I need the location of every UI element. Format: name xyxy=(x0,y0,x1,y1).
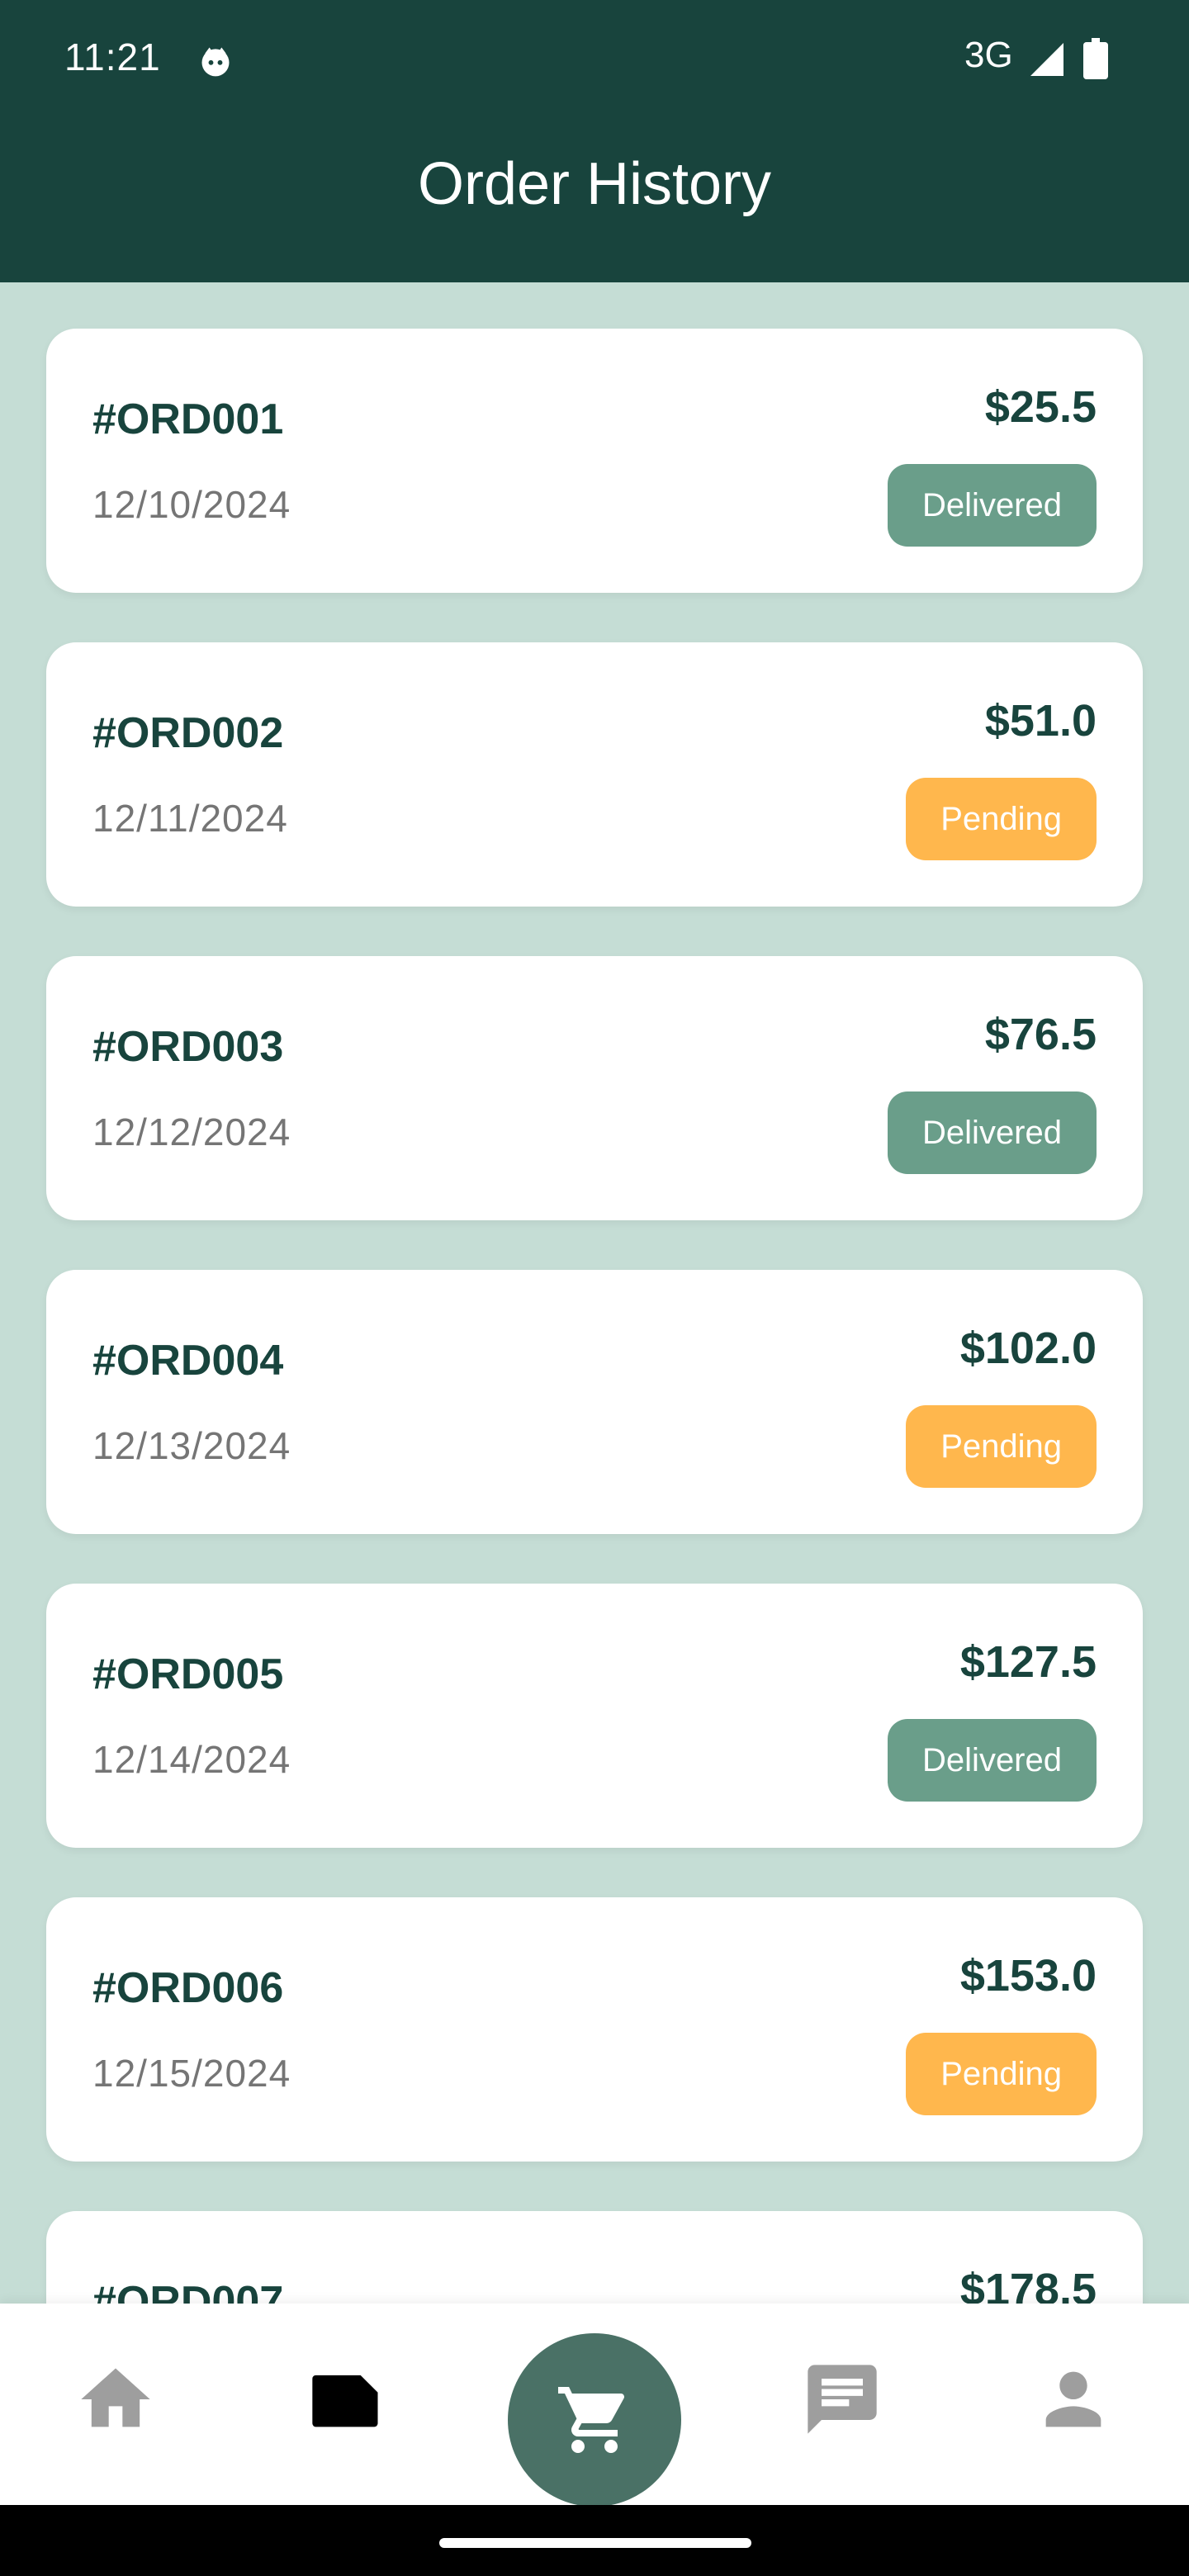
order-id: #ORD006 xyxy=(92,1964,284,2012)
status-badge: Delivered xyxy=(888,1719,1097,1802)
order-id: #ORD007 xyxy=(92,2278,284,2304)
status-badge: Delivered xyxy=(888,1091,1097,1174)
network-type: 3G xyxy=(964,35,1013,75)
order-id: #ORD001 xyxy=(92,395,284,443)
order-price: $25.5 xyxy=(984,382,1097,432)
order-card[interactable]: #ORD005 12/14/2024 $127.5 Delivered xyxy=(46,1584,1143,1848)
order-date: 12/11/2024 xyxy=(92,797,288,840)
order-card[interactable]: #ORD003 12/12/2024 $76.5 Delivered xyxy=(46,956,1143,1220)
order-price: $51.0 xyxy=(984,696,1097,746)
status-bar: 11:21 3G xyxy=(0,0,1189,124)
order-price: $76.5 xyxy=(984,1010,1097,1059)
order-card[interactable]: #ORD001 12/10/2024 $25.5 Delivered xyxy=(46,329,1143,593)
order-price: $178.5 xyxy=(959,2265,1097,2304)
signal-icon xyxy=(1030,43,1063,76)
order-date: 12/15/2024 xyxy=(92,2052,291,2095)
order-id: #ORD002 xyxy=(92,709,284,757)
cart-icon xyxy=(558,2387,625,2453)
home-gesture-handle[interactable] xyxy=(439,2538,751,2548)
order-list[interactable]: #ORD001 12/10/2024 $25.5 Delivered #ORD0… xyxy=(0,282,1189,2304)
status-time: 11:21 xyxy=(64,36,161,78)
app-bar: Order History xyxy=(0,124,1189,282)
face-icon xyxy=(201,47,230,77)
page-title: Order History xyxy=(417,151,772,217)
order-id: #ORD004 xyxy=(92,1337,284,1385)
profile-icon[interactable] xyxy=(1032,2358,1115,2441)
order-date: 12/12/2024 xyxy=(92,1110,291,1153)
status-badge: Delivered xyxy=(888,464,1097,547)
home-icon[interactable] xyxy=(74,2358,157,2441)
messages-icon[interactable] xyxy=(801,2358,883,2441)
order-date: 12/14/2024 xyxy=(92,1738,291,1781)
order-price: $127.5 xyxy=(959,1637,1097,1687)
order-card[interactable]: #ORD006 12/15/2024 $153.0 Pending xyxy=(46,1897,1143,2162)
status-badge: Pending xyxy=(906,1405,1097,1488)
order-price: $102.0 xyxy=(959,1324,1097,1373)
orders-icon[interactable] xyxy=(306,2358,388,2441)
bottom-navigation xyxy=(0,2304,1189,2507)
cart-button[interactable] xyxy=(508,2333,681,2507)
battery-icon xyxy=(1083,38,1108,79)
order-card[interactable]: #ORD002 12/11/2024 $51.0 Pending xyxy=(46,642,1143,907)
order-price: $153.0 xyxy=(959,1951,1097,2001)
system-navigation-bar xyxy=(0,2505,1189,2576)
order-date: 12/10/2024 xyxy=(92,483,291,526)
order-date: 12/13/2024 xyxy=(92,1424,291,1467)
status-badge: Pending xyxy=(906,778,1097,860)
order-id: #ORD003 xyxy=(92,1023,284,1071)
order-card[interactable]: #ORD004 12/13/2024 $102.0 Pending xyxy=(46,1270,1143,1534)
order-card[interactable]: #ORD007 $178.5 xyxy=(46,2211,1143,2304)
order-id: #ORD005 xyxy=(92,1650,284,1698)
status-badge: Pending xyxy=(906,2033,1097,2115)
